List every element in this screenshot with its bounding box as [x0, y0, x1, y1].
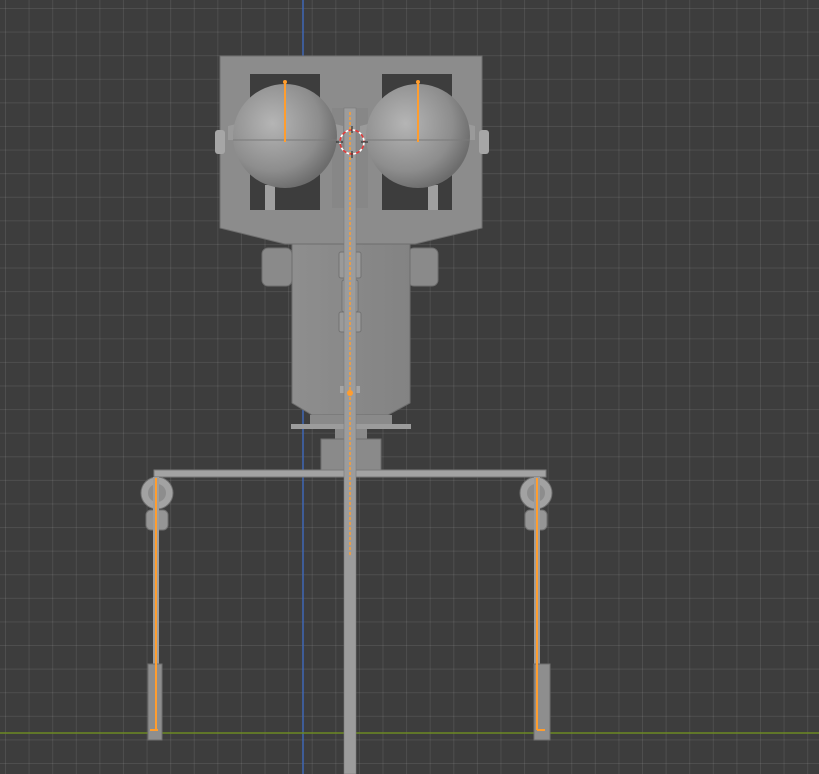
bone-spine-joint	[347, 390, 353, 396]
bone-right-eye-tip	[416, 80, 420, 84]
right-side-knob	[479, 130, 489, 154]
left-neck-cylinder	[261, 247, 293, 287]
left-side-knob	[215, 130, 225, 154]
left-eye-stem	[265, 185, 275, 210]
3d-viewport[interactable]	[0, 0, 819, 774]
right-neck-cylinder	[407, 247, 439, 287]
robot-mesh[interactable]	[140, 55, 553, 774]
scene-canvas[interactable]	[0, 0, 819, 774]
bone-left-eye-tip	[283, 80, 287, 84]
right-eye-stem	[428, 185, 438, 210]
